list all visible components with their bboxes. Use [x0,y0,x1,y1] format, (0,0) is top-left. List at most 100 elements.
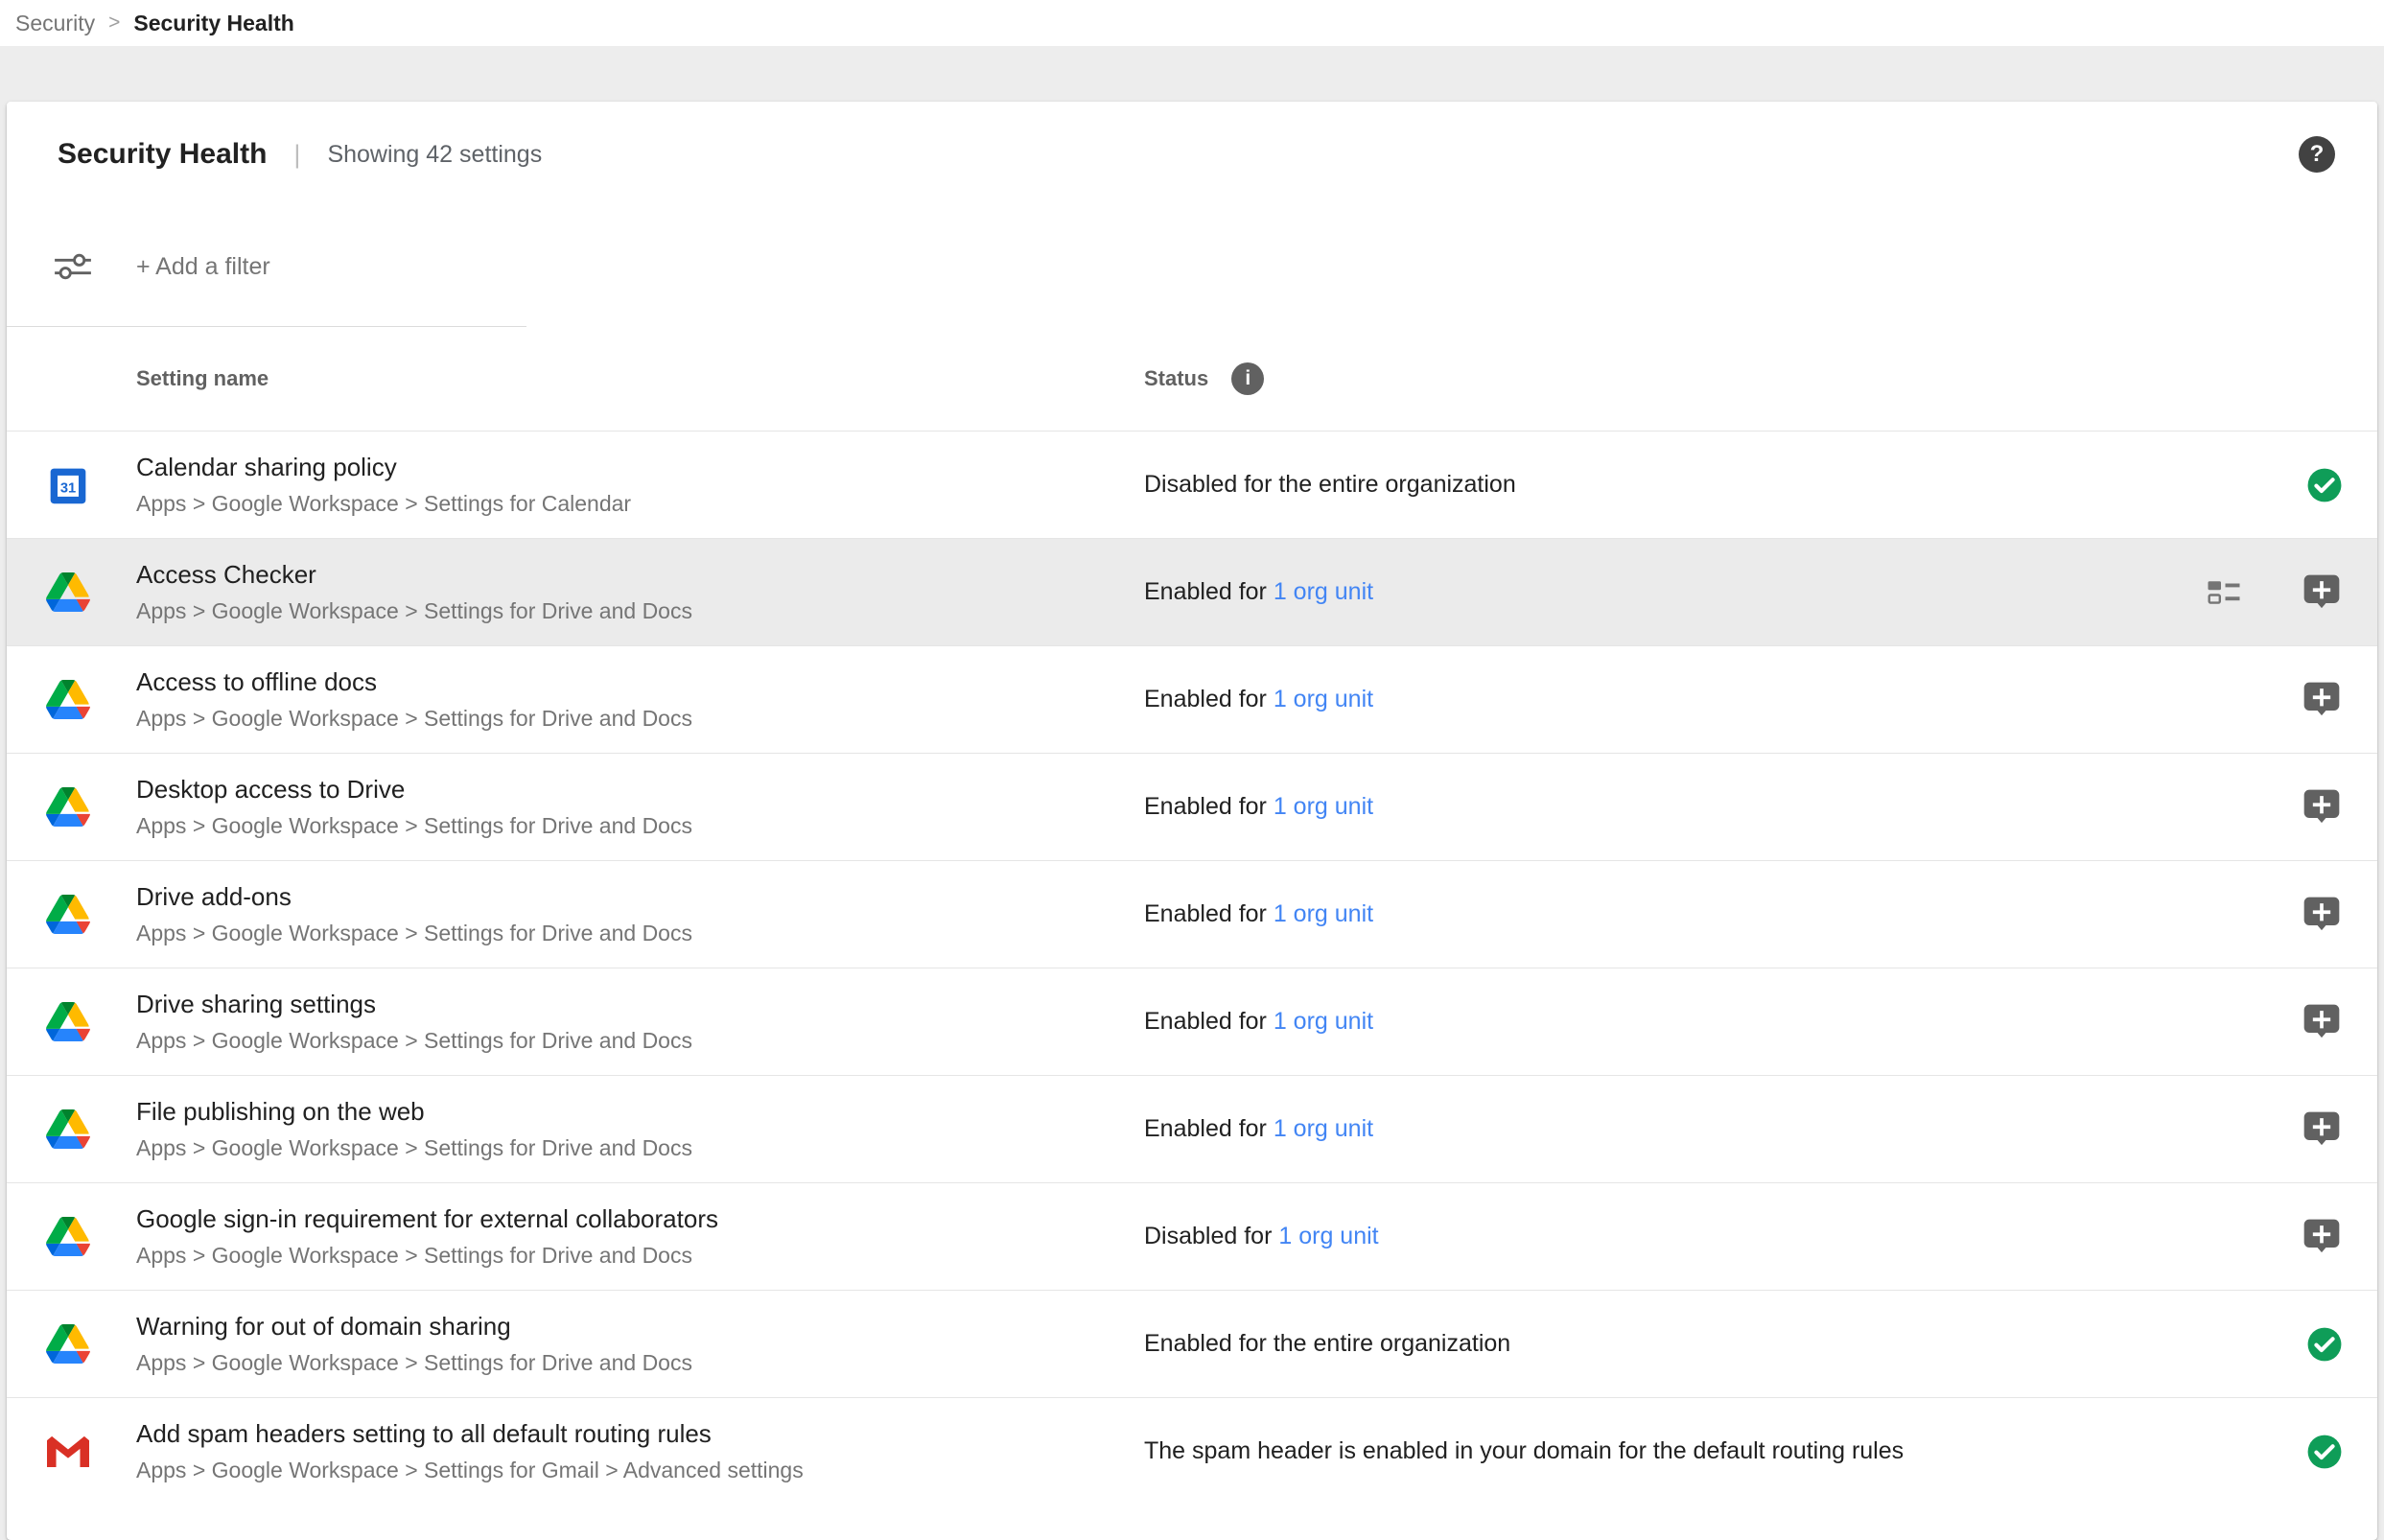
setting-text: Access to offline docs Apps > Google Wor… [136,667,1144,732]
org-unit-icon [2207,579,2241,605]
setting-row[interactable]: Warning for out of domain sharing Apps >… [7,1290,2377,1397]
drive-icon [46,1324,90,1364]
drive-icon [46,1002,90,1041]
settings-list: 31 Calendar sharing policy Apps > Google… [7,431,2377,1505]
recommendation-icon[interactable] [2301,679,2343,721]
org-unit-link[interactable]: 1 org unit [1274,1008,1373,1035]
setting-path: Apps > Google Workspace > Settings for D… [136,813,1144,839]
drive-icon [46,895,90,934]
help-button[interactable]: ? [2299,136,2335,173]
setting-row[interactable]: Google sign-in requirement for external … [7,1182,2377,1290]
setting-title: Access to offline docs [136,667,1144,697]
calendar-icon: 31 [46,464,90,506]
setting-title: Google sign-in requirement for external … [136,1204,1144,1234]
status-ok-icon [2306,467,2343,503]
setting-status: Enabled for 1 org unit [1144,900,2301,928]
row-trailing [2301,1216,2343,1258]
column-setting-name: Setting name [136,366,1144,391]
org-unit-link[interactable]: 1 org unit [1274,686,1373,712]
status-info-icon[interactable]: i [1231,362,1264,395]
org-unit-link[interactable]: 1 org unit [1274,1115,1373,1142]
setting-status: Enabled for the entire organization [1144,1330,2306,1358]
setting-text: Google sign-in requirement for external … [136,1204,1144,1269]
setting-status: Enabled for 1 org unit [1144,686,2301,713]
status-text: Enabled for [1144,578,1267,605]
row-trailing [2306,1326,2343,1363]
setting-text: Calendar sharing policy Apps > Google Wo… [136,453,1144,517]
setting-path: Apps > Google Workspace > Settings for D… [136,706,1144,732]
setting-title: Drive sharing settings [136,990,1144,1019]
org-unit-link[interactable]: 1 org unit [1274,578,1373,605]
settings-count: Showing 42 settings [327,141,542,169]
filter-bar: + Add a filter [7,207,2377,326]
recommendation-icon[interactable] [2301,1216,2343,1258]
table-header: Setting name Status i [7,327,2377,431]
page-title: Security Health [58,138,267,171]
row-trailing [2306,1434,2343,1470]
org-unit-link[interactable]: 1 org unit [1278,1223,1378,1249]
status-text: The spam header is enabled in your domai… [1144,1437,1904,1464]
gmail-icon [46,1435,90,1467]
drive-icon [46,1217,90,1256]
recommendation-icon[interactable] [2301,1001,2343,1043]
setting-path: Apps > Google Workspace > Settings for D… [136,1135,1144,1161]
setting-path: Apps > Google Workspace > Settings for D… [136,1350,1144,1376]
setting-title: Calendar sharing policy [136,453,1144,482]
help-icon: ? [2299,136,2335,173]
recommendation-icon[interactable] [2301,572,2343,614]
setting-status: The spam header is enabled in your domai… [1144,1437,2306,1465]
breadcrumb-separator-icon: > [108,12,120,35]
recommendation-icon[interactable] [2301,1108,2343,1151]
setting-title: Add spam headers setting to all default … [136,1419,1144,1449]
row-trailing [2301,1108,2343,1151]
breadcrumb-current: Security Health [133,11,293,36]
drive-icon [46,787,90,827]
filter-icon[interactable] [54,252,92,281]
setting-status: Enabled for 1 org unit [1144,1008,2301,1036]
status-text: Disabled for [1144,1223,1272,1249]
breadcrumb: Security > Security Health [0,0,2384,46]
setting-title: Drive add-ons [136,882,1144,912]
setting-status: Disabled for the entire organization [1144,471,2306,499]
status-text: Enabled for [1144,1115,1267,1142]
setting-status: Enabled for 1 org unit [1144,1115,2301,1143]
setting-status: Enabled for 1 org unit [1144,793,2301,821]
setting-text: Access Checker Apps > Google Workspace >… [136,560,1144,624]
setting-row[interactable]: Access Checker Apps > Google Workspace >… [7,538,2377,645]
setting-title: Warning for out of domain sharing [136,1312,1144,1342]
org-unit-link[interactable]: 1 org unit [1274,900,1373,927]
breadcrumb-security[interactable]: Security [15,11,95,36]
setting-path: Apps > Google Workspace > Settings for D… [136,1028,1144,1054]
setting-row[interactable]: Add spam headers setting to all default … [7,1397,2377,1505]
setting-text: Drive add-ons Apps > Google Workspace > … [136,882,1144,946]
status-text: Enabled for [1144,686,1267,712]
setting-status: Enabled for 1 org unit [1144,578,2207,606]
status-text: Enabled for [1144,793,1267,820]
drive-icon [46,572,90,612]
setting-row[interactable]: File publishing on the web Apps > Google… [7,1075,2377,1182]
column-status: Status [1144,366,1208,391]
status-text: Enabled for the entire organization [1144,1330,1510,1357]
setting-row[interactable]: 31 Calendar sharing policy Apps > Google… [7,431,2377,538]
svg-text:31: 31 [60,480,76,496]
status-text: Disabled for the entire organization [1144,471,1516,498]
row-trailing [2306,467,2343,503]
row-trailing [2207,572,2343,614]
status-ok-icon [2306,1434,2343,1470]
setting-path: Apps > Google Workspace > Settings for G… [136,1458,1144,1483]
status-text: Enabled for [1144,1008,1267,1035]
setting-text: File publishing on the web Apps > Google… [136,1097,1144,1161]
setting-path: Apps > Google Workspace > Settings for C… [136,491,1144,517]
setting-row[interactable]: Drive sharing settings Apps > Google Wor… [7,968,2377,1075]
setting-row[interactable]: Desktop access to Drive Apps > Google Wo… [7,753,2377,860]
recommendation-icon[interactable] [2301,894,2343,936]
org-unit-link[interactable]: 1 org unit [1274,793,1373,820]
setting-text: Add spam headers setting to all default … [136,1419,1144,1483]
row-trailing [2301,1001,2343,1043]
card-header: Security Health | Showing 42 settings ? [7,102,2377,207]
setting-row[interactable]: Drive add-ons Apps > Google Workspace > … [7,860,2377,968]
setting-row[interactable]: Access to offline docs Apps > Google Wor… [7,645,2377,753]
add-filter-button[interactable]: + Add a filter [136,253,270,281]
setting-path: Apps > Google Workspace > Settings for D… [136,1243,1144,1269]
recommendation-icon[interactable] [2301,786,2343,828]
